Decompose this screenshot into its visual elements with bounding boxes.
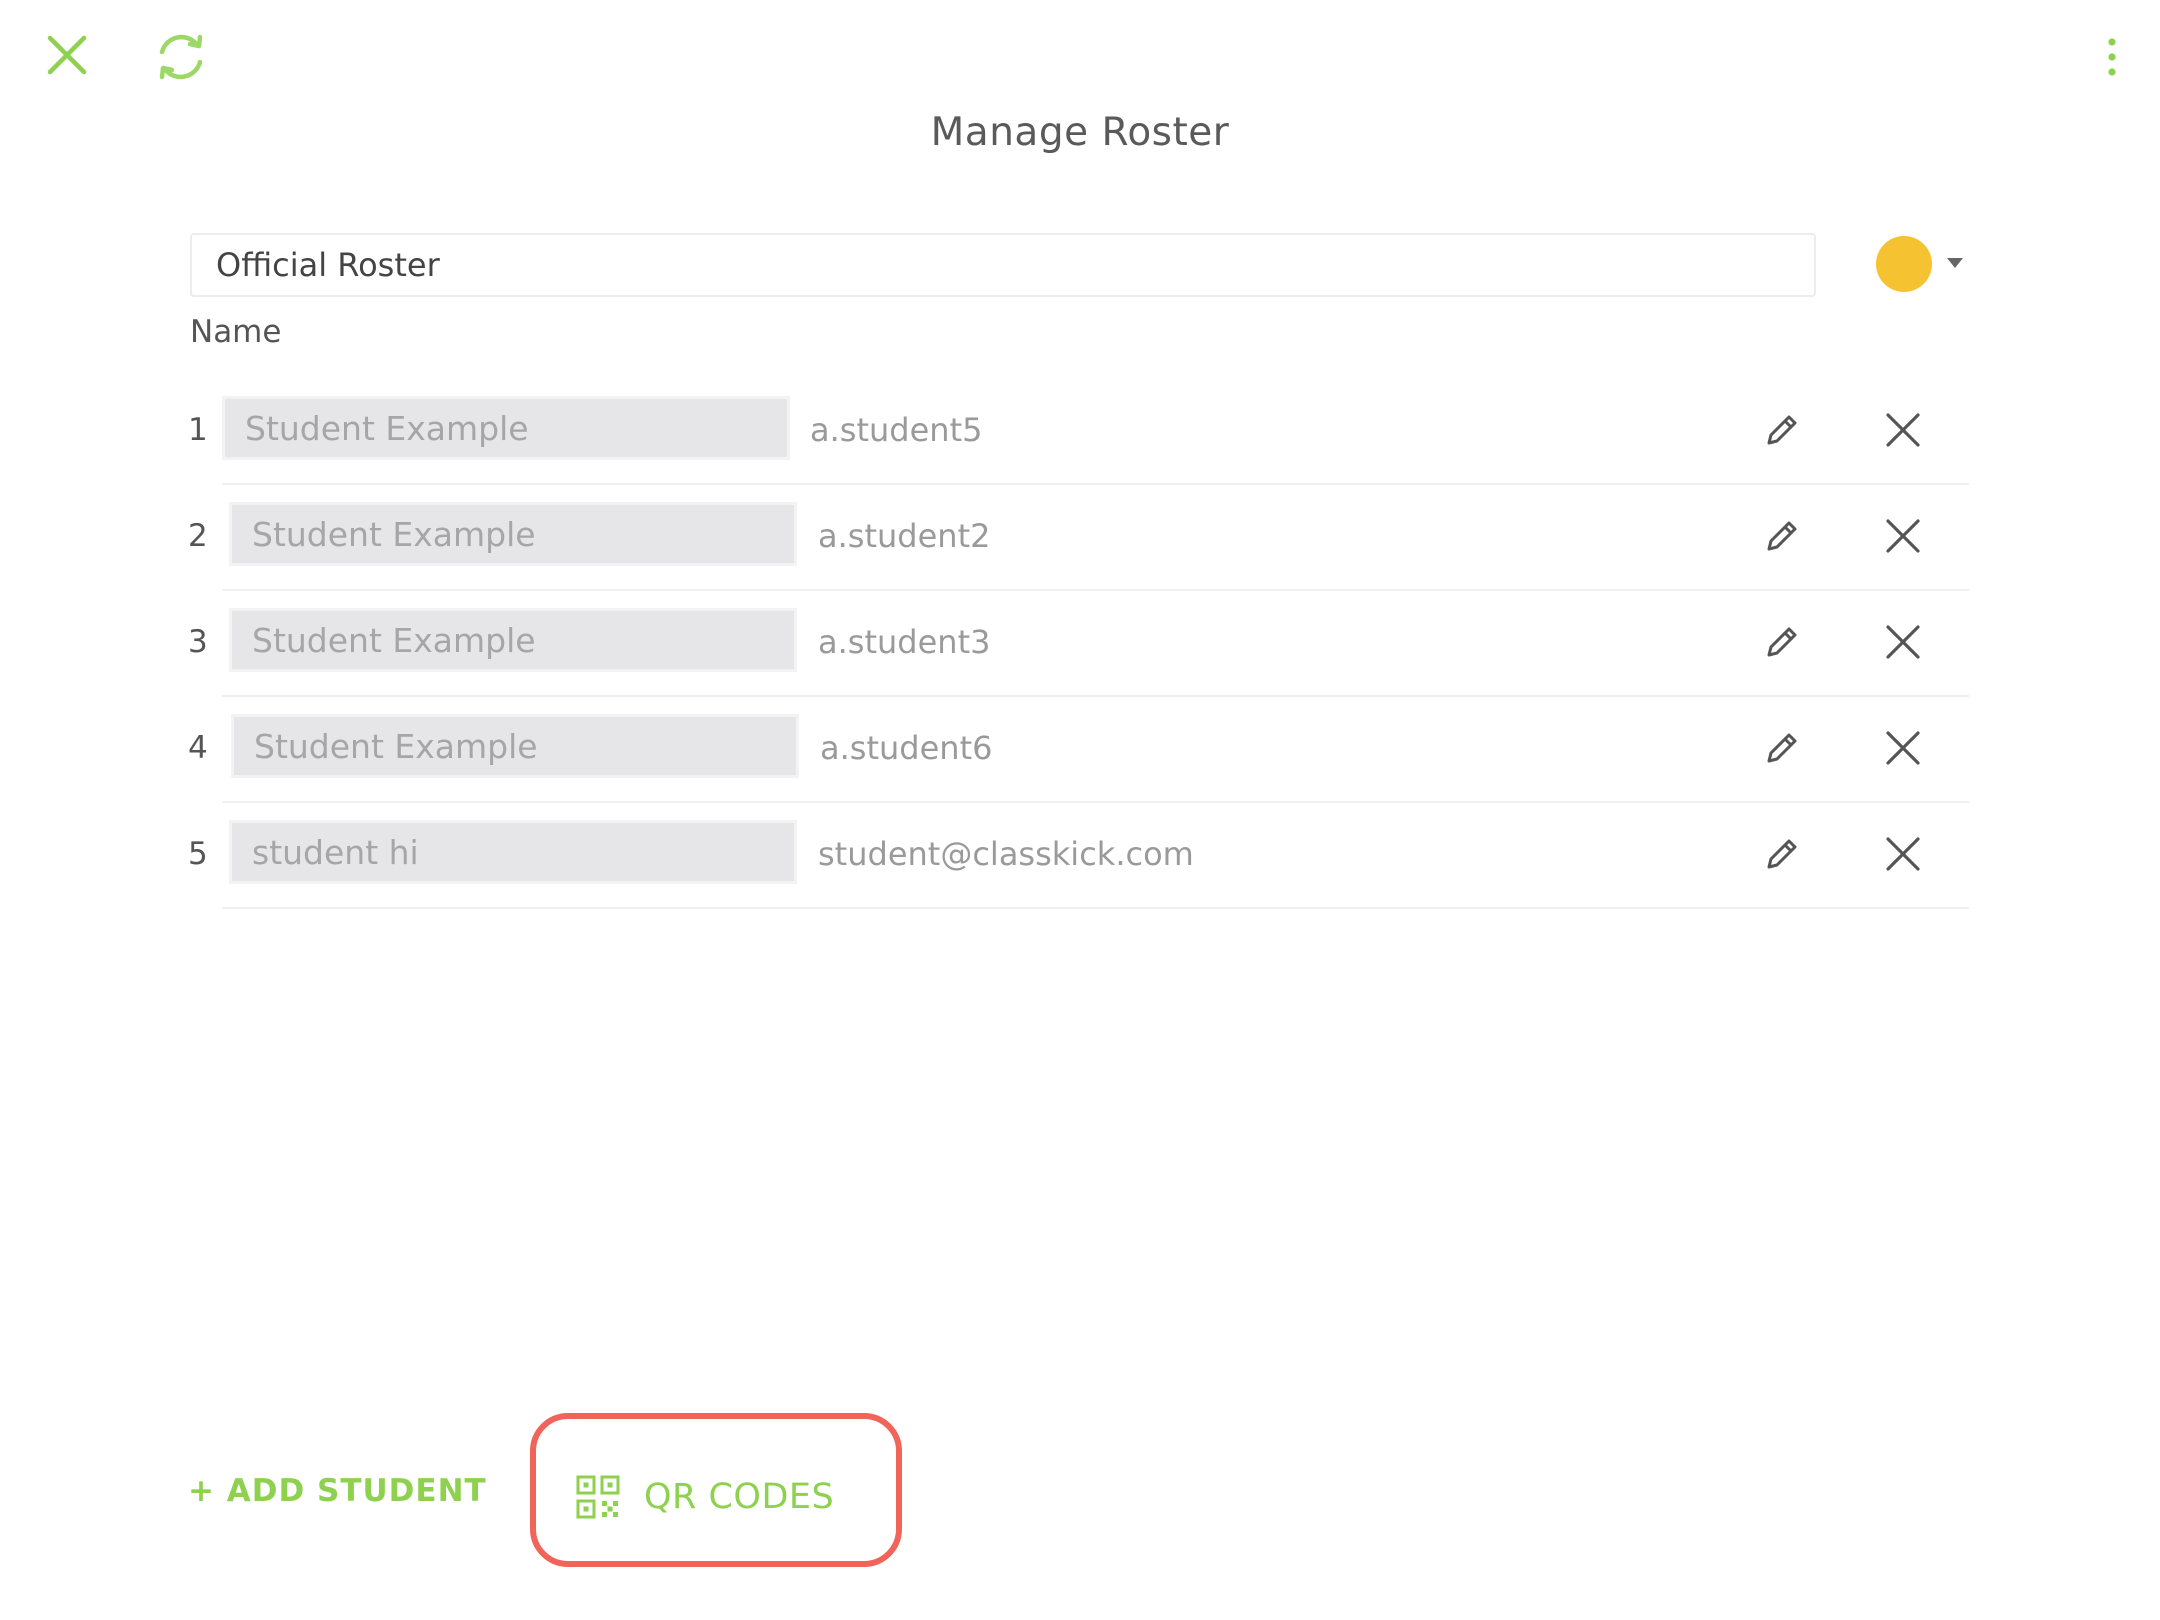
row-number: 1 [188,412,208,448]
remove-student-button[interactable] [1884,517,1922,555]
remove-student-button[interactable] [1884,835,1922,873]
close-icon [47,35,87,75]
close-button[interactable] [38,26,96,84]
roster-color-picker[interactable] [1876,234,1976,294]
student-name-field[interactable] [229,820,797,884]
student-row: 4 a.student6 [0,695,2160,801]
qr-codes-button[interactable]: QR CODES [576,1474,834,1520]
close-icon [1886,625,1920,659]
pencil-icon [1767,415,1797,445]
row-number: 5 [188,836,208,872]
student-name-field[interactable] [231,714,799,778]
close-icon [1886,413,1920,447]
student-row: 2 a.student2 [0,483,2160,589]
edit-student-button[interactable] [1762,834,1802,874]
page-title: Manage Roster [930,110,1230,155]
more-vertical-icon [2108,38,2116,76]
close-icon [1886,731,1920,765]
caret-down-icon [1947,258,1963,268]
pencil-icon [1767,627,1797,657]
pencil-icon [1767,521,1797,551]
sync-icon [159,34,203,80]
remove-student-button[interactable] [1884,411,1922,449]
row-number: 2 [188,518,208,554]
roster-color-swatch [1876,236,1932,292]
student-row: 5 student@classkick.com [0,801,2160,907]
name-column-header: Name [190,314,282,350]
student-username: student@classkick.com [818,835,1194,873]
qr-codes-label: QR CODES [644,1477,835,1517]
edit-student-button[interactable] [1762,622,1802,662]
row-divider [222,907,1969,909]
pencil-icon [1767,839,1797,869]
student-username: a.student6 [820,729,993,767]
close-icon [1886,519,1920,553]
student-row: 1 a.student5 [0,377,2160,483]
more-options-button[interactable] [2090,32,2134,84]
qr-code-icon [576,1475,620,1519]
student-username: a.student3 [818,623,991,661]
edit-student-button[interactable] [1762,516,1802,556]
pencil-icon [1767,733,1797,763]
student-name-field[interactable] [229,502,797,566]
edit-student-button[interactable] [1762,728,1802,768]
close-icon [1886,837,1920,871]
student-username: a.student2 [818,517,991,555]
add-student-button[interactable]: + ADD STUDENT [188,1473,487,1509]
student-username: a.student5 [810,411,983,449]
student-row: 3 a.student3 [0,589,2160,695]
remove-student-button[interactable] [1884,729,1922,767]
remove-student-button[interactable] [1884,623,1922,661]
edit-student-button[interactable] [1762,410,1802,450]
row-number: 3 [188,624,208,660]
roster-name-input[interactable] [190,233,1816,297]
student-name-field[interactable] [229,608,797,672]
sync-button[interactable] [150,26,212,88]
student-name-field[interactable] [222,396,790,460]
row-number: 4 [188,730,208,766]
